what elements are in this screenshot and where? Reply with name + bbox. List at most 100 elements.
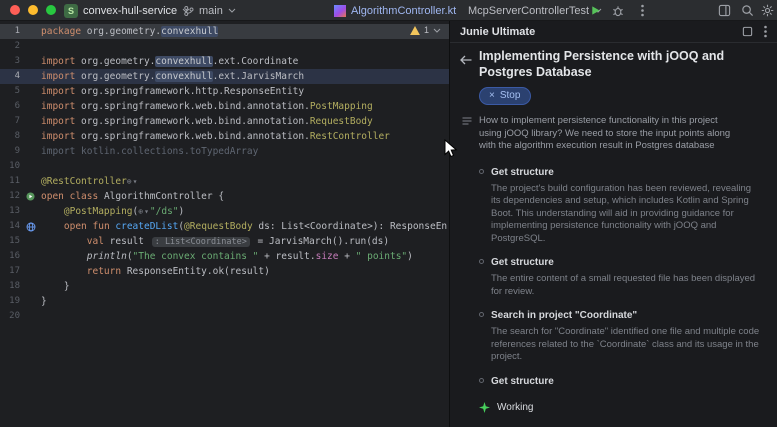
close-window-button[interactable] (10, 5, 20, 15)
task-title: Implementing Persistence with jOOQ and P… (479, 49, 725, 79)
code-text: } (41, 281, 70, 292)
new-window-icon[interactable] (742, 26, 753, 37)
endpoint-globe-icon (26, 222, 35, 231)
step-bullet-icon (479, 259, 484, 264)
code-line[interactable]: 17 return ResponseEntity.ok(result) (0, 264, 449, 279)
line-number[interactable]: 19 (0, 294, 20, 309)
agent-step[interactable]: Get structure (479, 375, 763, 388)
search-everywhere-button[interactable] (737, 0, 757, 21)
tool-windows-button[interactable] (714, 0, 734, 21)
junie-panel-header: Junie Ultimate (450, 21, 777, 43)
editor-lines: 1 package org.geometry.convexhull 2 3 import… (0, 24, 449, 324)
code-line[interactable]: 11 @RestController⊕▾ (0, 174, 449, 189)
step-title: Get structure (491, 166, 554, 178)
code-line[interactable]: 1 package org.geometry.convexhull (0, 24, 449, 39)
code-line[interactable]: 7 import org.springframework.web.bind.ann… (0, 114, 449, 129)
code-line[interactable]: 6 import org.springframework.web.bind.ann… (0, 99, 449, 114)
line-number[interactable]: 10 (0, 159, 20, 174)
code-line[interactable]: 14 open fun createDList(@RequestBody ds:… (0, 219, 449, 234)
junie-conversation[interactable]: Implementing Persistence with jOOQ and P… (450, 43, 777, 413)
debug-button[interactable] (608, 0, 628, 21)
line-number[interactable]: 17 (0, 264, 20, 279)
run-gutter-icon[interactable] (20, 189, 41, 204)
junie-panel: Junie Ultimate Implementing Persistence … (449, 21, 777, 427)
project-name: convex-hull-service (83, 4, 178, 17)
code-line[interactable]: 12 open class AlgorithmController { (0, 189, 449, 204)
line-number[interactable]: 6 (0, 99, 20, 114)
step-title: Search in project "Coordinate" (491, 310, 638, 321)
minimize-window-button[interactable] (28, 5, 38, 15)
agent-step[interactable]: Get structure The project's build configu… (479, 166, 763, 246)
line-number[interactable]: 11 (0, 174, 20, 189)
play-icon (591, 6, 600, 15)
vcs-branch-widget[interactable]: main (183, 0, 236, 21)
gutter (20, 234, 41, 249)
line-number[interactable]: 4 (0, 69, 20, 84)
zoom-window-button[interactable] (46, 5, 56, 15)
more-run-options-button[interactable] (632, 0, 652, 21)
code-text: open fun createDList(@RequestBody ds: Li… (63, 221, 448, 232)
line-number[interactable]: 18 (0, 279, 20, 294)
line-number[interactable]: 3 (0, 54, 20, 69)
line-number[interactable]: 8 (0, 129, 20, 144)
gear-icon (761, 4, 773, 17)
gutter (20, 69, 41, 84)
line-number[interactable]: 7 (0, 114, 20, 129)
globe-gutter-icon[interactable] (20, 219, 41, 234)
inspection-count: 1 (423, 25, 429, 35)
back-button[interactable] (460, 52, 472, 80)
line-number[interactable]: 16 (0, 249, 20, 264)
gutter (20, 54, 41, 69)
code-line[interactable]: 10 (0, 159, 449, 174)
code-line[interactable]: 9 import kotlin.collections.toTypedArray (0, 144, 449, 159)
git-branch-icon (184, 5, 194, 16)
file-tab[interactable]: AlgorithmController.kt (334, 0, 456, 21)
kotlin-file-icon (334, 4, 346, 17)
line-number[interactable]: 5 (0, 84, 20, 99)
code-text: @PostMapping(⊕▾"/ds") (63, 206, 185, 217)
gutter (20, 249, 41, 264)
line-number[interactable]: 12 (0, 189, 20, 204)
project-widget[interactable]: S convex-hull-service (64, 0, 190, 21)
code-line[interactable]: 19} (0, 294, 449, 309)
gutter (20, 309, 41, 324)
stop-button-label: Stop (499, 90, 521, 101)
line-number[interactable]: 2 (0, 39, 20, 54)
code-line[interactable]: 4 import org.geometry.convexhull.ext.Jarv… (0, 69, 449, 84)
line-number[interactable]: 1 (0, 24, 20, 39)
window-controls (10, 5, 56, 15)
inspections-widget[interactable]: 1 (410, 25, 441, 35)
code-line[interactable]: 13 @PostMapping(⊕▾"/ds") (0, 204, 449, 219)
code-line[interactable]: 5 import org.springframework.http.Respons… (0, 84, 449, 99)
code-line[interactable]: 16 println("The convex contains " + resu… (0, 249, 449, 264)
line-number[interactable]: 13 (0, 204, 20, 219)
line-number[interactable]: 9 (0, 144, 20, 159)
run-configuration-selector[interactable]: McpServerControllerTest (468, 0, 602, 21)
code-text: open class AlgorithmController { (41, 191, 225, 202)
chevron-down-icon[interactable] (433, 28, 441, 33)
code-line[interactable]: 20 (0, 309, 449, 324)
code-line[interactable]: 15 val result : List<Coordinate> = Jarvi… (0, 234, 449, 249)
line-number[interactable]: 15 (0, 234, 20, 249)
kebab-menu-icon (640, 4, 644, 17)
code-line[interactable]: 8 import org.springframework.web.bind.ann… (0, 129, 449, 144)
line-number[interactable]: 14 (0, 219, 20, 234)
agent-step[interactable]: Search in project "Coordinate" The search… (479, 309, 763, 364)
code-line[interactable]: 2 (0, 39, 449, 54)
code-editor[interactable]: 1 1 package org.geometry.convexhull 2 3 impo… (0, 21, 449, 427)
code-line[interactable]: 3 import org.geometry.convexhull.ext.Coor… (0, 54, 449, 69)
gutter (20, 294, 41, 309)
code-text: @RestController⊕▾ (41, 176, 139, 187)
code-text: return ResponseEntity.ok(result) (86, 266, 270, 277)
code-line[interactable]: 18 } (0, 279, 449, 294)
run-button[interactable] (585, 0, 605, 21)
code-text: import kotlin.collections.toTypedArray (41, 146, 259, 157)
code-text: val result : List<Coordinate> = JarvisMa… (86, 236, 390, 247)
settings-button[interactable] (757, 0, 777, 21)
stop-button[interactable]: × Stop (479, 87, 532, 105)
agent-step[interactable]: Get structure The entire content of a sma… (479, 256, 763, 298)
line-number[interactable]: 20 (0, 309, 20, 324)
status-label: Working (497, 401, 534, 413)
more-options-icon[interactable] (764, 25, 767, 38)
junie-sparkle-icon (479, 401, 490, 413)
